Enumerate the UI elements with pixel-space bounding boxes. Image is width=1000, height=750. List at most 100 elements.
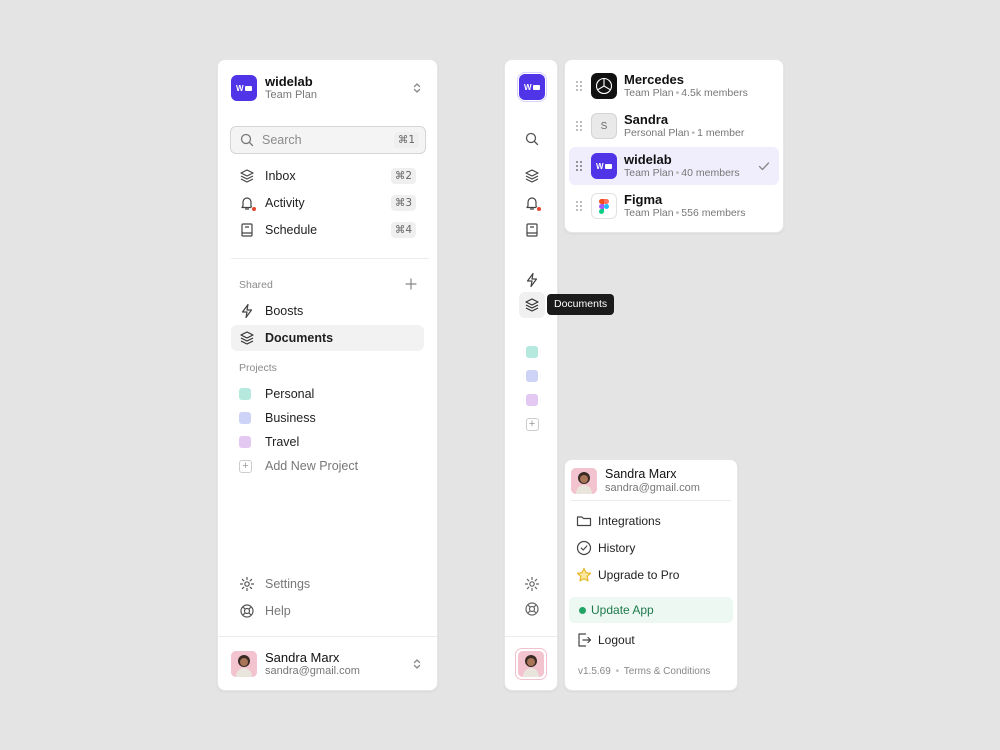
project-item-travel[interactable]: Travel [231,429,424,455]
clock-check-icon [576,540,592,556]
drag-handle-icon[interactable] [575,120,583,132]
add-new-project-button[interactable]: + Add New Project [231,453,424,479]
expanded-sidebar: W widelab Team Plan Search ⌘1 Inbox ⌘2 A… [217,59,438,691]
nav-item-schedule[interactable]: Schedule ⌘4 [231,217,424,243]
figma-logo-icon [591,193,617,219]
workspace-item-mercedes[interactable]: Mercedes Team Plan • 4.5k members [569,67,779,105]
add-project-label: Add New Project [265,459,359,473]
nav-item-help[interactable]: Help [231,598,424,624]
search-icon [240,133,254,147]
rail-add-project-button[interactable]: + [519,411,545,437]
workspace-item-plan: Team Plan [624,87,674,99]
rail-project-personal[interactable] [519,339,545,365]
workspace-item-plan: Team Plan [624,207,674,219]
user-profile-switcher[interactable]: Sandra Marx sandra@gmail.com [218,636,437,690]
bell-icon [524,195,542,212]
workspace-item-name: Mercedes [624,72,684,87]
stack-icon [524,168,540,184]
collapsed-sidebar: W + [504,59,558,691]
workspace-item-sandra[interactable]: S Sandra Personal Plan • 1 member [569,107,779,145]
project-color-swatch [239,434,255,450]
documents-tooltip: Documents [547,294,615,315]
chevron-up-down-icon[interactable] [410,657,424,671]
shared-section-title: Shared [239,279,273,291]
stack-icon [239,168,255,184]
nav-shortcut: ⌘2 [390,168,416,184]
project-color-swatch [239,386,255,402]
menu-item-history[interactable]: History [569,535,733,561]
workspace-logo: W [519,74,545,100]
rail-boosts-button[interactable] [519,267,545,293]
workspace-logo-button[interactable]: W [517,72,547,102]
nav-item-activity[interactable]: Activity ⌘3 [231,190,424,216]
user-name: Sandra Marx [265,649,340,665]
project-color-swatch [239,410,255,426]
rail-project-business[interactable] [519,363,545,389]
drag-handle-icon[interactable] [575,200,583,212]
rail-schedule-button[interactable] [519,217,545,243]
search-placeholder: Search [262,133,302,147]
rail-inbox-button[interactable] [519,163,545,189]
workspace-logo-letter: S [600,120,608,132]
search-input[interactable]: Search ⌘1 [230,126,426,154]
rail-search-button[interactable] [519,126,545,152]
search-icon [525,132,539,146]
project-item-business[interactable]: Business [231,405,424,431]
bolt-icon [239,303,255,319]
rail-user-button[interactable] [505,636,557,690]
book-icon [239,222,255,238]
workspace-logo: W [231,75,257,101]
notification-dot [536,206,542,212]
rail-documents-button[interactable] [519,292,545,318]
workspace-item-members: 4.5k members [681,87,748,99]
lifebuoy-icon [239,603,255,619]
stack-icon [524,297,540,313]
book-icon [524,222,540,238]
folder-icon [576,513,592,529]
nav-item-label: Activity [265,196,305,210]
logout-button[interactable]: Logout [569,627,733,653]
projects-section-title: Projects [239,362,277,374]
nav-item-label: Settings [265,577,311,591]
plus-icon: + [525,417,539,431]
search-shortcut: ⌘1 [393,132,419,148]
workspace-logo-letter: W [523,82,532,92]
add-shared-icon[interactable] [405,278,417,290]
nav-shortcut: ⌘3 [390,195,416,211]
rail-project-travel[interactable] [519,387,545,413]
rail-help-button[interactable] [519,596,545,622]
nav-item-inbox[interactable]: Inbox ⌘2 [231,163,424,189]
workspace-item-name: Figma [624,192,663,207]
workspace-item-plan: Team Plan [624,167,674,179]
workspace-logo-letter: W [235,83,244,93]
plus-icon: + [239,458,255,474]
workspace-logo-letter: W [595,161,604,171]
bolt-icon [524,272,540,288]
workspace-item-widelab[interactable]: W widelab Team Plan • 40 members [569,147,779,185]
menu-item-integrations[interactable]: Integrations [569,508,733,534]
nav-item-label: Schedule [265,223,318,237]
avatar [231,650,257,677]
workspace-item-figma[interactable]: Figma Team Plan • 556 members [569,187,779,225]
workspace-item-plan: Personal Plan [624,127,690,139]
projects-nav: Personal Business Travel + Add New Proje… [231,381,424,480]
rail-activity-button[interactable] [519,190,545,216]
terms-link[interactable]: Terms & Conditions [624,666,711,677]
nav-item-settings[interactable]: Settings [231,571,424,597]
nav-item-documents[interactable]: Documents [231,325,424,351]
account-menu-actions: Update App Logout [569,597,733,654]
drag-handle-icon[interactable] [575,160,583,172]
project-label: Business [265,411,316,425]
menu-item-upgrade[interactable]: Upgrade to Pro [569,562,733,588]
user-email: sandra@gmail.com [265,664,360,677]
chevron-up-down-icon[interactable] [410,81,424,95]
project-item-personal[interactable]: Personal [231,381,424,407]
workspace-switcher[interactable]: W widelab Team Plan [231,73,424,103]
sandra-logo-icon: S [591,113,617,139]
update-app-button[interactable]: Update App [569,597,733,623]
nav-item-boosts[interactable]: Boosts [231,298,424,324]
account-header: Sandra Marx sandra@gmail.com [571,466,731,496]
logout-label: Logout [598,633,635,647]
drag-handle-icon[interactable] [575,80,583,92]
rail-settings-button[interactable] [519,571,545,597]
